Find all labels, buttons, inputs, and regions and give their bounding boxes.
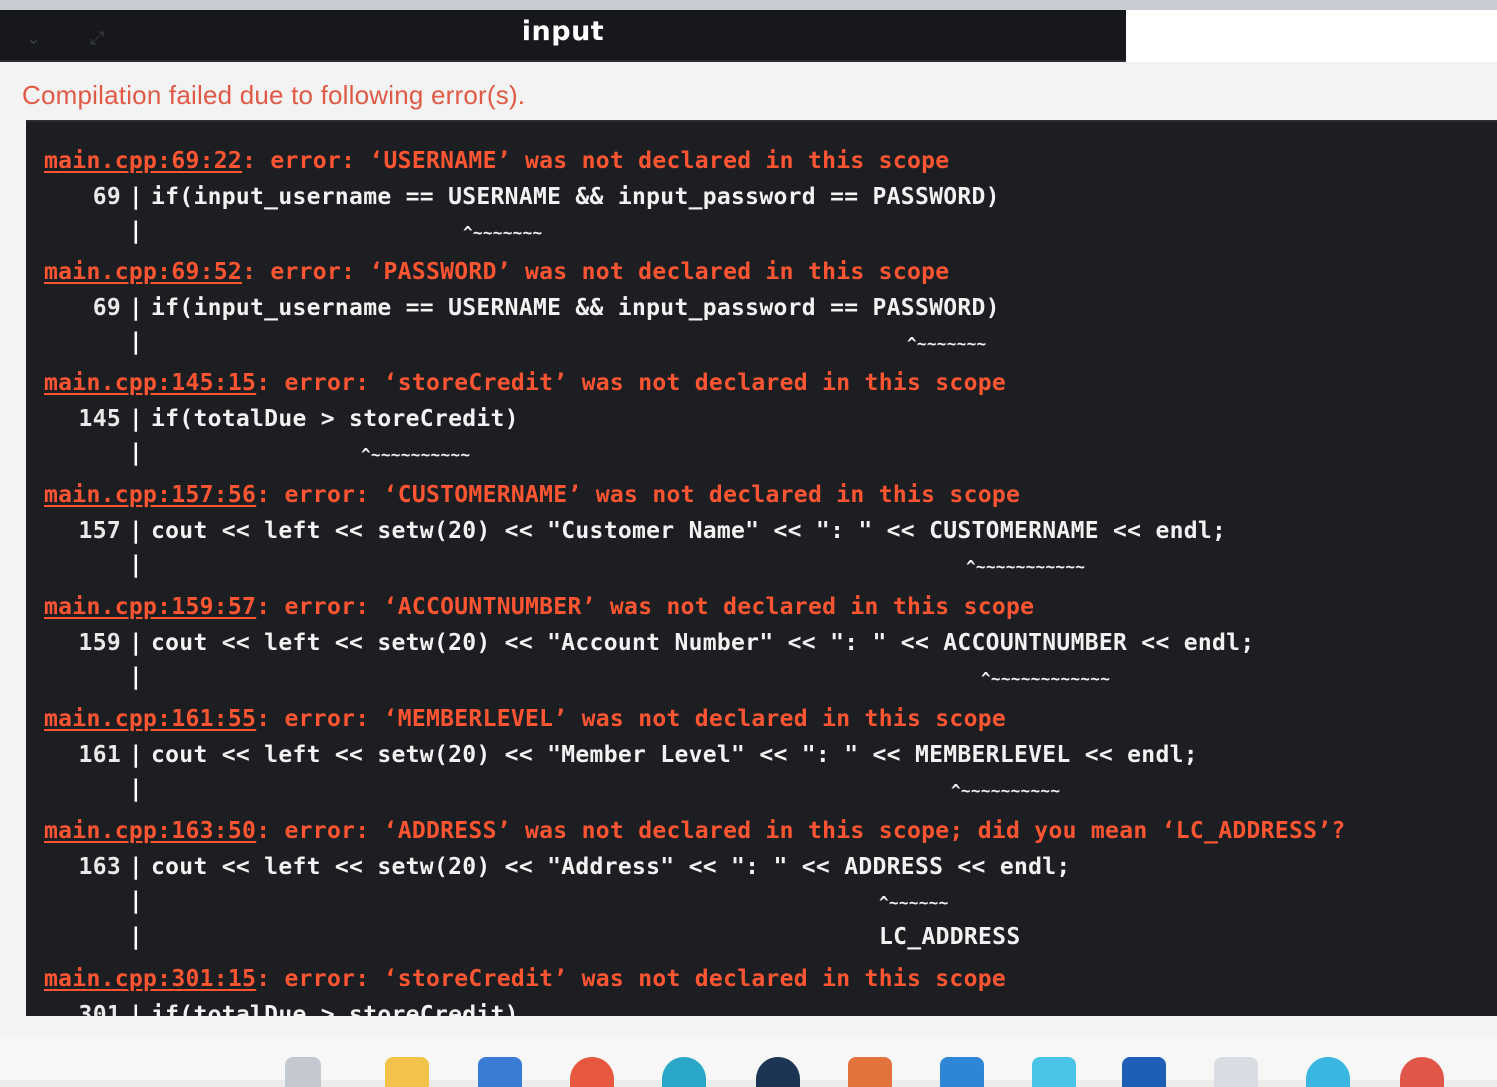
line-number: 157 xyxy=(78,518,121,544)
caret-line: | ^~~~~~~~~~~~ xyxy=(128,552,1086,578)
code-line: 157 | cout << left << setw(20) << "Custome… xyxy=(26,516,1226,546)
error-message: : error: ‘storeCredit’ was not declared … xyxy=(256,370,1007,396)
input-field-area[interactable] xyxy=(1126,10,1497,62)
mail-icon[interactable] xyxy=(1214,1057,1258,1087)
error-location-link[interactable]: main.cpp:69:52 xyxy=(44,259,242,285)
caret-line: | ^~~~~~~~~~~~~ xyxy=(128,664,1111,690)
error-caret: ^~~~~~~~~~~ xyxy=(951,781,1061,800)
code-line: 69 | if(input_username == USERNAME && inpu… xyxy=(26,182,1000,212)
error-message: : error: ‘PASSWORD’ was not declared in … xyxy=(242,259,950,285)
fix-suggestion: LC_ADDRESS xyxy=(879,924,1021,950)
vscode-icon[interactable] xyxy=(1122,1057,1166,1087)
error-caret: ^~~~~~~~ xyxy=(907,334,987,353)
source-code: if(input_username == USERNAME && input_p… xyxy=(151,295,1000,321)
console-output[interactable]: main.cpp:69:22: error: ‘USERNAME’ was no… xyxy=(26,120,1497,1016)
edge-icon[interactable] xyxy=(662,1057,706,1087)
error-location-link[interactable]: main.cpp:163:50 xyxy=(44,818,256,844)
app-icon[interactable] xyxy=(848,1057,892,1087)
error-message: : error: ‘storeCredit’ was not declared … xyxy=(256,966,1007,992)
error-location-link[interactable]: main.cpp:161:55 xyxy=(44,706,256,732)
error-caret: ^~~~~~~~~~~~ xyxy=(966,557,1086,576)
error-caret: ^~~~~~~~~~~ xyxy=(361,445,471,464)
source-code: if(totalDue > storeCredit) xyxy=(151,1002,519,1016)
code-line: 69 | if(input_username == USERNAME && inpu… xyxy=(26,293,1000,323)
chrome-icon[interactable] xyxy=(570,1057,614,1087)
output-panel: Compilation failed due to following erro… xyxy=(0,62,1497,1037)
error-location-link[interactable]: main.cpp:69:22 xyxy=(44,148,242,174)
error-caret: ^~~~~~~ xyxy=(879,893,949,912)
input-panel-header[interactable]: ⌄ ⤢ input xyxy=(0,10,1126,63)
source-code: cout << left << setw(20) << "Address" <<… xyxy=(151,854,1071,880)
onedrive-icon[interactable] xyxy=(1032,1057,1076,1087)
error-header: main.cpp:159:57: error: ‘ACCOUNTNUMBER’ … xyxy=(44,592,1034,622)
source-code: cout << left << setw(20) << "Member Leve… xyxy=(151,742,1198,768)
error-caret: ^~~~~~~~ xyxy=(463,223,543,242)
error-location-link[interactable]: main.cpp:301:15 xyxy=(44,966,256,992)
error-location-link[interactable]: main.cpp:145:15 xyxy=(44,370,256,396)
code-line: 301 | if(totalDue > storeCredit) xyxy=(26,1000,519,1016)
line-number: 163 xyxy=(78,854,121,880)
code-line: 159 | cout << left << setw(20) << "Account… xyxy=(26,628,1255,658)
caret-line: | ^~~~~~~~ xyxy=(128,218,543,244)
line-number: 159 xyxy=(78,630,121,656)
error-header: main.cpp:145:15: error: ‘storeCredit’ wa… xyxy=(44,368,1006,398)
store-icon[interactable] xyxy=(478,1057,522,1087)
caret-line: | ^~~~~~~ xyxy=(128,888,949,914)
error-message: : error: ‘CUSTOMERNAME’ was not declared… xyxy=(256,482,1021,508)
error-header: main.cpp:161:55: error: ‘MEMBERLEVEL’ wa… xyxy=(44,704,1006,734)
window-strip xyxy=(0,0,1497,10)
word-icon[interactable] xyxy=(940,1057,984,1087)
line-number: 145 xyxy=(78,406,121,432)
user-icon[interactable] xyxy=(1400,1057,1444,1087)
error-header: main.cpp:163:50: error: ‘ADDRESS’ was no… xyxy=(44,816,1346,846)
line-number: 301 xyxy=(78,1002,121,1016)
suggestion-line: | LC_ADDRESS xyxy=(128,924,1021,950)
input-panel-title: input xyxy=(521,16,605,47)
top-bar: ⌄ ⤢ input xyxy=(0,0,1497,63)
source-code: if(input_username == USERNAME && input_p… xyxy=(151,184,1000,210)
error-location-link[interactable]: main.cpp:157:56 xyxy=(44,482,256,508)
line-number: 69 xyxy=(92,184,121,210)
source-code: cout << left << setw(20) << "Customer Na… xyxy=(151,518,1227,544)
code-line: 161 | cout << left << setw(20) << "Member … xyxy=(26,740,1198,770)
error-message: : error: ‘MEMBERLEVEL’ was not declared … xyxy=(256,706,1007,732)
folder-icon[interactable] xyxy=(385,1057,429,1087)
error-caret: ^~~~~~~~~~~~~ xyxy=(981,669,1111,688)
code-line: 163 | cout << left << setw(20) << "Address… xyxy=(26,852,1071,882)
firefox-icon[interactable] xyxy=(1306,1057,1350,1087)
caret-line: | ^~~~~~~~~~~ xyxy=(128,776,1061,802)
source-code: cout << left << setw(20) << "Account Num… xyxy=(151,630,1255,656)
steam-icon[interactable] xyxy=(756,1057,800,1087)
error-message: : error: ‘ADDRESS’ was not declared in t… xyxy=(256,818,1346,844)
caret-line: | ^~~~~~~~~~~ xyxy=(128,440,471,466)
error-location-link[interactable]: main.cpp:159:57 xyxy=(44,594,256,620)
line-number: 69 xyxy=(92,295,121,321)
code-line: 145 | if(totalDue > storeCredit) xyxy=(26,404,519,434)
file-explorer-icon[interactable] xyxy=(285,1057,321,1087)
error-message: : error: ‘ACCOUNTNUMBER’ was not declare… xyxy=(256,594,1035,620)
caret-line: | ^~~~~~~~ xyxy=(128,329,987,355)
source-code: if(totalDue > storeCredit) xyxy=(151,406,519,432)
line-number: 161 xyxy=(78,742,121,768)
error-header: main.cpp:301:15: error: ‘storeCredit’ wa… xyxy=(44,964,1006,994)
error-header: main.cpp:69:22: error: ‘USERNAME’ was no… xyxy=(44,146,949,176)
error-message: : error: ‘USERNAME’ was not declared in … xyxy=(242,148,950,174)
error-header: main.cpp:69:52: error: ‘PASSWORD’ was no… xyxy=(44,257,949,287)
compilation-status: Compilation failed due to following erro… xyxy=(22,80,526,110)
error-header: main.cpp:157:56: error: ‘CUSTOMERNAME’ w… xyxy=(44,480,1020,510)
taskbar xyxy=(0,1037,1497,1087)
